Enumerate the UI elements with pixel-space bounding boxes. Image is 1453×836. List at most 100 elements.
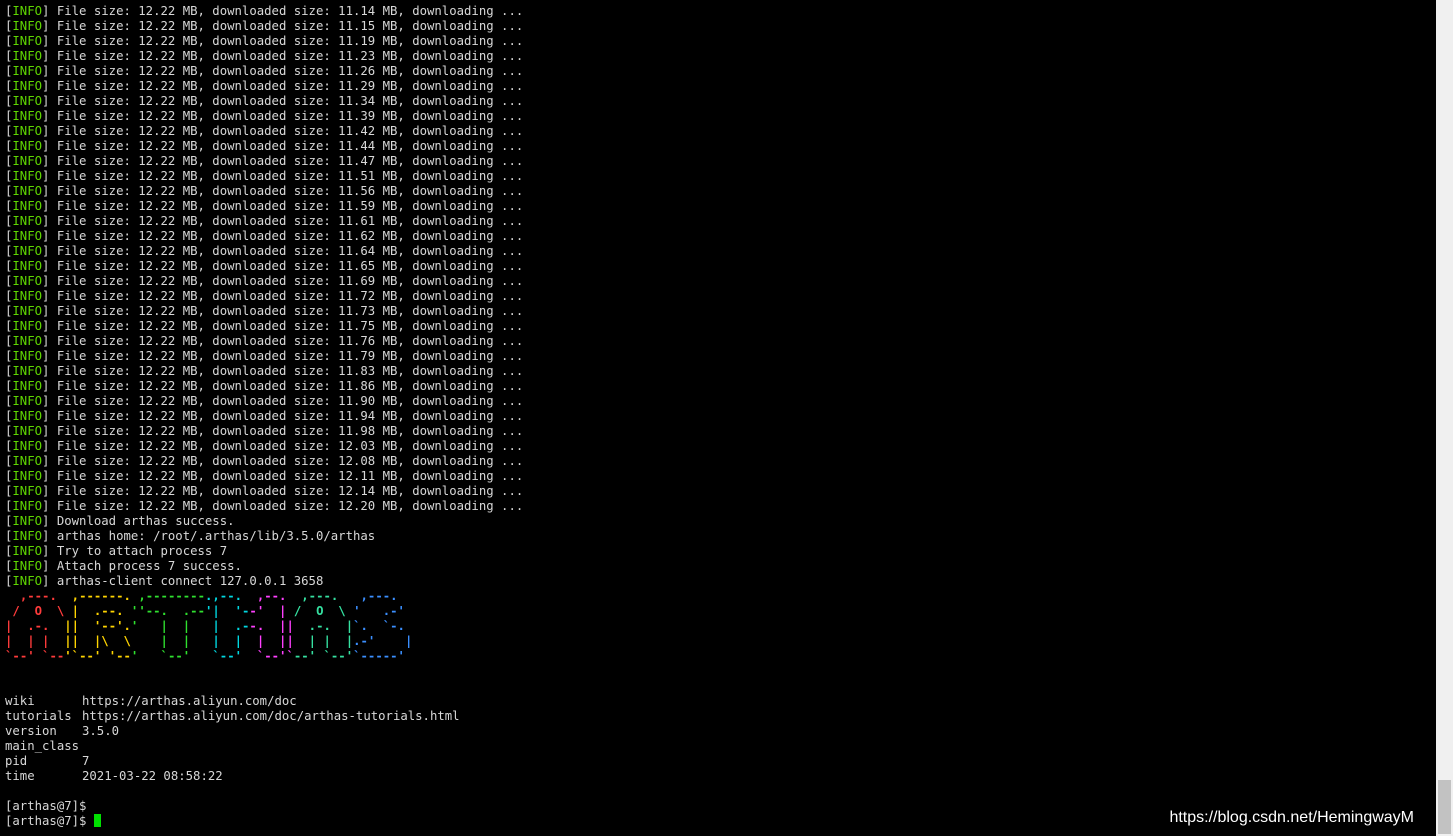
info-row: main_class: [5, 739, 523, 754]
log-level-tag: INFO: [12, 94, 43, 108]
info-row: tutorials https://arthas.aliyun.com/doc/a…: [5, 709, 523, 724]
log-line: [INFO] File size: 12.22 MB, downloaded s…: [5, 409, 524, 423]
log-level-tag: INFO: [12, 349, 43, 363]
log-line: [INFO] File size: 12.22 MB, downloaded s…: [5, 214, 524, 228]
log-line: [INFO] File size: 12.22 MB, downloaded s…: [5, 229, 524, 243]
log-level-tag: INFO: [12, 409, 43, 423]
log-line: [INFO] File size: 12.22 MB, downloaded s…: [5, 394, 524, 408]
log-line: [INFO] File size: 12.22 MB, downloaded s…: [5, 439, 524, 453]
info-key: tutorials: [5, 709, 72, 723]
info-key: wiki: [5, 694, 35, 708]
log-level-tag: INFO: [12, 214, 43, 228]
log-level-tag: INFO: [12, 64, 43, 78]
log-level-tag: INFO: [12, 289, 43, 303]
log-line: [INFO] Try to attach process 7: [5, 544, 228, 558]
shell-prompt: [arthas@7]$: [5, 799, 523, 814]
log-level-tag: INFO: [12, 499, 43, 513]
log-line: [INFO] File size: 12.22 MB, downloaded s…: [5, 259, 524, 273]
prompt-text: [arthas@7]$: [5, 799, 94, 813]
log-level-tag: INFO: [12, 514, 43, 528]
logo-line: | | | || |\ \ | | | | | || | | |.-' |: [5, 634, 413, 648]
log-level-tag: INFO: [12, 454, 43, 468]
log-line: [INFO] File size: 12.22 MB, downloaded s…: [5, 334, 524, 348]
vertical-scrollbar[interactable]: [1436, 0, 1453, 836]
log-line: [INFO] File size: 12.22 MB, downloaded s…: [5, 109, 524, 123]
log-level-tag: INFO: [12, 169, 43, 183]
log-line: [INFO] arthas home: /root/.arthas/lib/3.…: [5, 529, 376, 543]
log-line: [INFO] File size: 12.22 MB, downloaded s…: [5, 94, 524, 108]
log-level-tag: INFO: [12, 154, 43, 168]
log-line: [INFO] Download arthas success.: [5, 514, 235, 528]
cursor-block[interactable]: [93, 814, 101, 827]
info-value: https://arthas.aliyun.com/doc: [82, 694, 297, 708]
log-line: [INFO] File size: 12.22 MB, downloaded s…: [5, 49, 524, 63]
log-level-tag: INFO: [12, 49, 43, 63]
scrollbar-thumb[interactable]: [1438, 780, 1451, 834]
log-line: [INFO] File size: 12.22 MB, downloaded s…: [5, 139, 524, 153]
log-line: [INFO] File size: 12.22 MB, downloaded s…: [5, 484, 524, 498]
log-line: [INFO] File size: 12.22 MB, downloaded s…: [5, 184, 524, 198]
log-level-tag: INFO: [12, 199, 43, 213]
info-row: pid 7: [5, 754, 523, 769]
log-level-tag: INFO: [12, 334, 43, 348]
log-level-tag: INFO: [12, 244, 43, 258]
info-row: wiki https://arthas.aliyun.com/doc: [5, 694, 523, 709]
log-level-tag: INFO: [12, 394, 43, 408]
log-line: [INFO] File size: 12.22 MB, downloaded s…: [5, 304, 524, 318]
log-level-tag: INFO: [12, 484, 43, 498]
terminal-window[interactable]: [INFO] File size: 12.22 MB, downloaded s…: [0, 0, 1436, 836]
log-level-tag: INFO: [12, 79, 43, 93]
log-line: [INFO] File size: 12.22 MB, downloaded s…: [5, 34, 524, 48]
info-key: pid: [5, 754, 28, 768]
log-line: [INFO] File size: 12.22 MB, downloaded s…: [5, 349, 524, 363]
log-level-tag: INFO: [12, 319, 43, 333]
logo-line: | .-. || '--'.' | | | .--. || .-. |`. `-…: [5, 619, 405, 633]
log-level-tag: INFO: [12, 109, 43, 123]
watermark-text: https://blog.csdn.net/HemingwayM: [1169, 809, 1414, 826]
log-line: [INFO] File size: 12.22 MB, downloaded s…: [5, 124, 524, 138]
log-level-tag: INFO: [12, 424, 43, 438]
log-line: [INFO] File size: 12.22 MB, downloaded s…: [5, 274, 524, 288]
log-line: [INFO] arthas-client connect 127.0.0.1 3…: [5, 574, 324, 588]
log-level-tag: INFO: [12, 184, 43, 198]
log-line: [INFO] File size: 12.22 MB, downloaded s…: [5, 364, 524, 378]
log-level-tag: INFO: [12, 439, 43, 453]
info-key: version: [5, 724, 57, 738]
log-line: [INFO] File size: 12.22 MB, downloaded s…: [5, 469, 524, 483]
terminal-output: [INFO] File size: 12.22 MB, downloaded s…: [5, 4, 523, 829]
log-line: [INFO] File size: 12.22 MB, downloaded s…: [5, 79, 524, 93]
log-level-tag: INFO: [12, 529, 43, 543]
log-line: [INFO] File size: 12.22 MB, downloaded s…: [5, 19, 524, 33]
log-level-tag: INFO: [12, 274, 43, 288]
info-value: https://arthas.aliyun.com/doc/arthas-tut…: [82, 709, 460, 723]
logo-line: `--' `--'`--' '--' `--' `--' `--'`--' `-…: [5, 649, 405, 663]
info-value: 7: [82, 754, 90, 768]
log-level-tag: INFO: [12, 379, 43, 393]
shell-prompt: [arthas@7]$: [5, 814, 523, 829]
log-line: [INFO] File size: 12.22 MB, downloaded s…: [5, 169, 524, 183]
logo-line: / O \ | .--. ''--. .--'| '--' | / O \ ' …: [12, 604, 405, 618]
log-level-tag: INFO: [12, 544, 43, 558]
log-line: [INFO] File size: 12.22 MB, downloaded s…: [5, 499, 524, 513]
log-line: [INFO] File size: 12.22 MB, downloaded s…: [5, 199, 524, 213]
log-level-tag: INFO: [12, 124, 43, 138]
info-row: version 3.5.0: [5, 724, 523, 739]
prompt-text: [arthas@7]$: [5, 814, 94, 828]
info-value: 3.5.0: [82, 724, 120, 738]
log-level-tag: INFO: [12, 19, 43, 33]
log-level-tag: INFO: [12, 559, 43, 573]
info-key: time: [5, 769, 35, 783]
log-level-tag: INFO: [12, 139, 43, 153]
log-level-tag: INFO: [12, 259, 43, 273]
log-level-tag: INFO: [12, 4, 43, 18]
log-line: [INFO] File size: 12.22 MB, downloaded s…: [5, 4, 524, 18]
log-line: [INFO] File size: 12.22 MB, downloaded s…: [5, 154, 524, 168]
log-line: [INFO] File size: 12.22 MB, downloaded s…: [5, 454, 524, 468]
info-key: main_class: [5, 739, 80, 753]
info-row: time 2021-03-22 08:58:22: [5, 769, 523, 784]
log-level-tag: INFO: [12, 304, 43, 318]
log-line: [INFO] File size: 12.22 MB, downloaded s…: [5, 319, 524, 333]
